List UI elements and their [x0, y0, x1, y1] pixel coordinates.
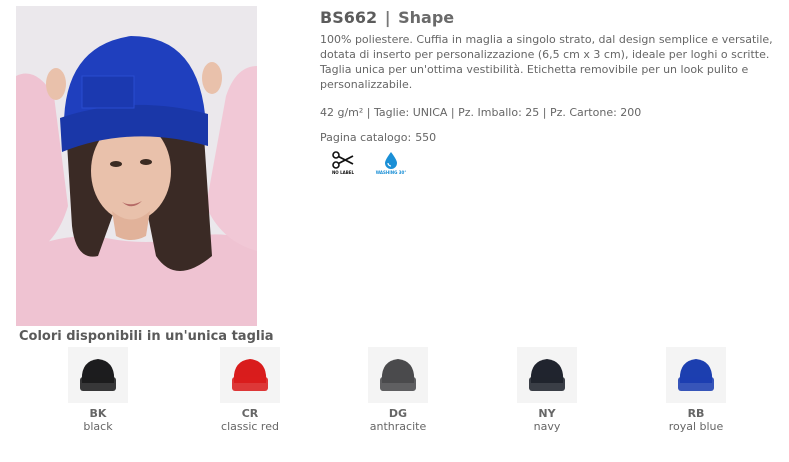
- product-description: 100% poliestere. Cuffia in maglia a sing…: [320, 33, 773, 91]
- product-title: BS662 | Shape: [320, 8, 780, 28]
- catalog-page-number: 550: [415, 131, 437, 144]
- color-name: black: [83, 420, 113, 433]
- beanie-thumbnail-icon: [368, 347, 428, 403]
- beanie-thumbnail-icon: [220, 347, 280, 403]
- color-code: DG: [388, 407, 408, 420]
- model-wearing-beanie-image: [16, 6, 257, 326]
- washing-text: WASHING 30°: [375, 170, 407, 175]
- catalog-page-label: Pagina catalogo:: [320, 131, 412, 144]
- color-swatch-dg[interactable]: DG anthracite: [343, 347, 453, 434]
- no-label-text: NO LABEL: [331, 170, 355, 175]
- title-separator: |: [384, 8, 391, 27]
- beanie-thumbnail-icon: [68, 347, 128, 403]
- color-swatch-bk[interactable]: BK black: [43, 347, 153, 434]
- washing-care-icon: WASHING 30°: [375, 151, 407, 175]
- care-icons: NO LABEL WASHING 30°: [330, 151, 780, 175]
- colors-heading: Colori disponibili in un'unica taglia: [19, 329, 274, 344]
- scissors-icon: [332, 151, 354, 169]
- color-swatch-rb[interactable]: RB royal blue: [641, 347, 751, 434]
- product-specs: 42 g/m² | Taglie: UNICA | Pz. Imballo: 2…: [320, 106, 642, 119]
- color-name: royal blue: [668, 420, 724, 433]
- water-drop-icon: [385, 152, 397, 169]
- beanie-thumbnail-icon: [666, 347, 726, 403]
- color-name: anthracite: [369, 420, 427, 433]
- color-name: classic red: [221, 420, 279, 433]
- color-swatch-cr[interactable]: CR classic red: [195, 347, 305, 434]
- color-swatches: BK black CR classic red DG anthracite NY…: [0, 347, 789, 447]
- product-photo: [16, 6, 257, 326]
- color-name: navy: [533, 420, 561, 433]
- color-swatch-ny[interactable]: NY navy: [492, 347, 602, 434]
- color-code: NY: [538, 407, 556, 420]
- catalog-page: Pagina catalogo: 550: [320, 130, 780, 145]
- product-info: BS662 | Shape 100% poliestere. Cuffia in…: [320, 8, 780, 175]
- color-code: RB: [687, 407, 705, 420]
- color-code: CR: [241, 407, 259, 420]
- product-code: BS662: [320, 8, 378, 27]
- beanie-thumbnail-icon: [517, 347, 577, 403]
- product-name: Shape: [398, 8, 455, 27]
- color-code: BK: [89, 407, 107, 420]
- no-label-care-icon: NO LABEL: [330, 151, 356, 175]
